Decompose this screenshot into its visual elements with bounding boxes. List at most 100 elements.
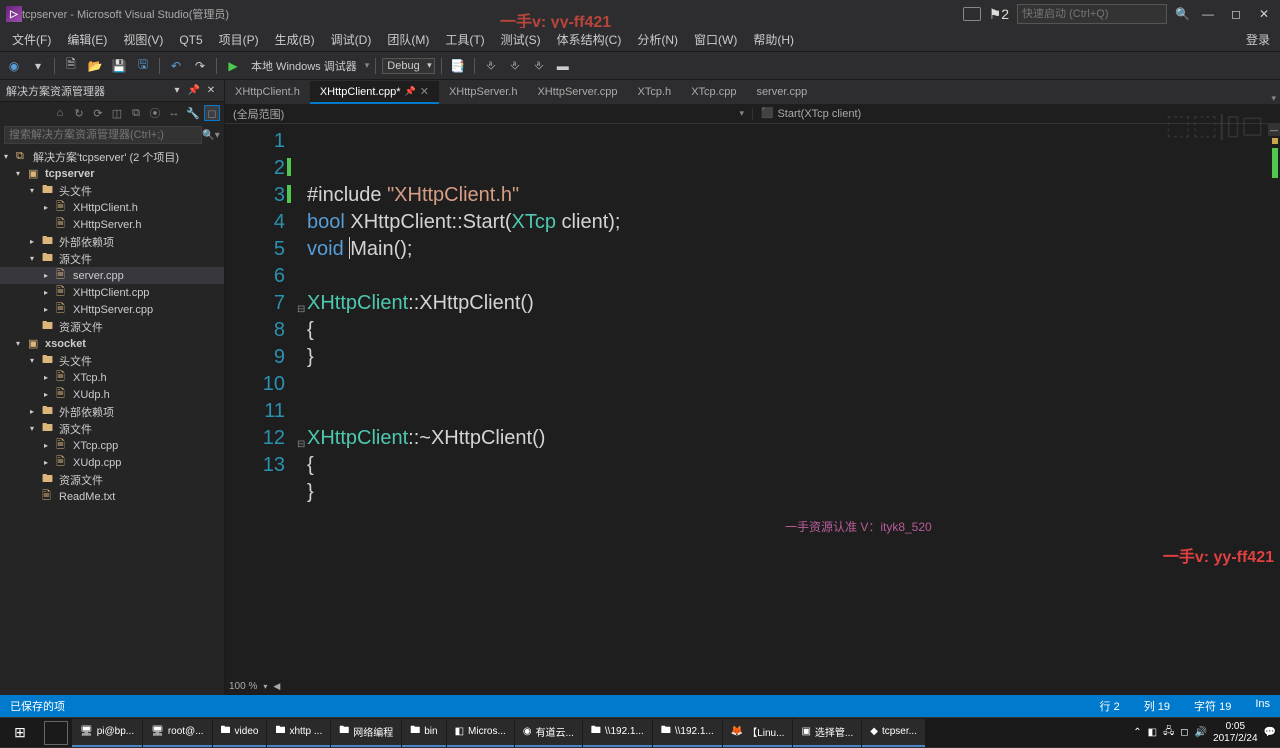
tray-network-icon[interactable]: 🖧 [1163,724,1174,741]
code-content[interactable]: #include "XHttpClient.h"bool XHttpClient… [295,124,1280,677]
config-combo[interactable]: Debug [382,58,434,74]
toolbar-btn-2[interactable]: ⎀ [481,56,501,76]
expander-icon[interactable]: ▾ [30,424,42,433]
expander-icon[interactable]: ▾ [16,169,28,178]
toolbar-btn-3[interactable]: ⎀ [505,56,525,76]
taskbar-item[interactable]: ◉有道云... [515,719,582,747]
code-line[interactable] [307,398,1280,425]
menu-item[interactable]: 分析(N) [629,29,686,50]
menu-item[interactable]: 测试(S) [493,29,549,50]
expander-icon[interactable]: ▸ [44,203,56,212]
restore-button[interactable]: ◻ [1226,4,1246,24]
tb-prop-icon[interactable]: ↔ [166,105,182,121]
menu-item[interactable]: 调试(D) [323,29,380,50]
editor-tab[interactable]: XHttpServer.cpp [527,82,627,104]
quick-launch-input[interactable] [1017,4,1167,24]
tree-item[interactable]: ▾▣xsocket [0,335,224,352]
undo-button[interactable]: ↶ [166,56,186,76]
scope-left[interactable]: (全局范围)▾ [225,106,752,122]
expander-icon[interactable]: ▾ [30,356,42,365]
nav-forward-button[interactable]: ▾ [28,56,48,76]
expander-icon[interactable]: ▾ [16,339,28,348]
split-h-icon[interactable]: ◀ [273,681,280,692]
system-tray[interactable]: ⌃ ◧ 🖧 ◻ 🔊 0:05 2017/2/24 💬 [1133,721,1280,745]
panel-dropdown-icon[interactable]: ▾ [170,84,184,98]
expander-icon[interactable]: ▾ [4,152,16,161]
tree-item[interactable]: ▾🖿源文件 [0,250,224,267]
expander-icon[interactable]: ▸ [30,407,42,416]
zoom-level[interactable]: 100 % [229,681,257,692]
tray-app-icon[interactable]: ◧ [1148,727,1157,738]
code-line[interactable]: ⊟XHttpClient::XHttpClient() [307,290,1280,317]
tray-volume-icon[interactable]: 🔊 [1195,727,1207,738]
expander-icon[interactable]: ▸ [44,390,56,399]
code-line[interactable] [307,371,1280,398]
menu-item[interactable]: 项目(P) [211,29,267,50]
panel-search-icon[interactable]: 🔍▾ [202,126,220,144]
pin-icon[interactable]: 📌 [405,86,416,97]
minimize-button[interactable]: — [1198,4,1218,24]
menu-item[interactable]: 窗口(W) [686,29,745,50]
code-editor[interactable]: 12345678910111213 #include "XHttpClient.… [225,124,1280,677]
editor-tab[interactable]: server.cpp [746,82,817,104]
tree-item[interactable]: 🗎XHttpServer.h [0,216,224,233]
solution-tree[interactable]: ▾⧉解决方案'tcpserver' (2 个项目)▾▣tcpserver▾🖿头文… [0,146,224,695]
start-debug-button[interactable]: ▶ [223,56,243,76]
toolbar-btn-1[interactable]: 📑 [448,56,468,76]
tree-item[interactable]: ▾🖿头文件 [0,182,224,199]
expander-icon[interactable]: ▾ [30,186,42,195]
tray-up-icon[interactable]: ⌃ [1133,727,1141,738]
task-view-button[interactable] [44,721,68,745]
panel-close-icon[interactable]: ✕ [204,84,218,98]
nav-back-button[interactable]: ◉ [4,56,24,76]
tree-item[interactable]: 🖿资源文件 [0,471,224,488]
new-button[interactable]: 🗎 [61,56,81,76]
open-button[interactable]: 📂 [85,56,105,76]
fold-icon[interactable]: ⊟ [297,296,305,323]
fold-icon[interactable]: ⊟ [297,431,305,458]
flag-icon[interactable]: ⚑2 [989,6,1009,23]
editor-tab[interactable]: XHttpServer.h [439,82,527,104]
code-line[interactable]: } [307,479,1280,506]
taskbar-item[interactable]: 🖥root@... [143,719,211,747]
tree-item[interactable]: ▸🗎XTcp.h [0,369,224,386]
redo-button[interactable]: ↷ [190,56,210,76]
tb-copy-icon[interactable]: ⧉ [128,105,144,121]
menu-item[interactable]: 生成(B) [267,29,323,50]
taskbar-item[interactable]: 🖥pi@bp... [72,719,142,747]
tray-ime-icon[interactable]: ◻ [1180,727,1188,738]
tree-item[interactable]: 🖿资源文件 [0,318,224,335]
tree-item[interactable]: ▸🗎XHttpServer.cpp [0,301,224,318]
tree-item[interactable]: ▾⧉解决方案'tcpserver' (2 个项目) [0,148,224,165]
tabs-overflow-icon[interactable]: ▾ [1271,93,1276,104]
notification-icon[interactable] [963,7,981,21]
taskbar-item[interactable]: 🖿网络编程 [331,719,401,747]
tb-sync2-icon[interactable]: ⟳ [90,105,106,121]
tree-item[interactable]: ▸🖿外部依赖项 [0,403,224,420]
tb-showall-icon[interactable]: ⦿ [147,105,163,121]
login-link[interactable]: 登录 [1246,31,1270,48]
code-line[interactable] [307,263,1280,290]
tree-item[interactable]: ▾▣tcpserver [0,165,224,182]
search-icon[interactable]: 🔍 [1175,7,1190,21]
menu-item[interactable]: QT5 [171,31,210,49]
menu-item[interactable]: 体系结构(C) [549,29,630,50]
tree-item[interactable]: ▾🖿源文件 [0,420,224,437]
editor-tab[interactable]: XTcp.h [628,82,682,104]
code-line[interactable]: } [307,344,1280,371]
zoom-dropdown-icon[interactable]: ▾ [263,682,267,691]
tb-preview-icon[interactable]: ◻ [204,105,220,121]
tb-home-icon[interactable]: ⌂ [52,105,68,121]
taskbar-item[interactable]: 🖿xhttp ... [267,719,330,747]
taskbar-item[interactable]: 🦊【Linu... [723,719,793,747]
solution-search-input[interactable] [4,126,202,144]
taskbar-item[interactable]: 🖿video [213,719,267,747]
tab-close-icon[interactable]: ✕ [420,85,429,98]
save-all-button[interactable]: 🖫 [133,56,153,76]
expander-icon[interactable]: ▸ [30,237,42,246]
code-line[interactable]: bool XHttpClient::Start(XTcp client); [307,209,1280,236]
expander-icon[interactable]: ▾ [30,254,42,263]
taskbar-item[interactable]: ◆tcpser... [862,719,925,747]
toolbar-btn-4[interactable]: ⎀ [529,56,549,76]
code-line[interactable]: #include "XHttpClient.h" [307,182,1280,209]
